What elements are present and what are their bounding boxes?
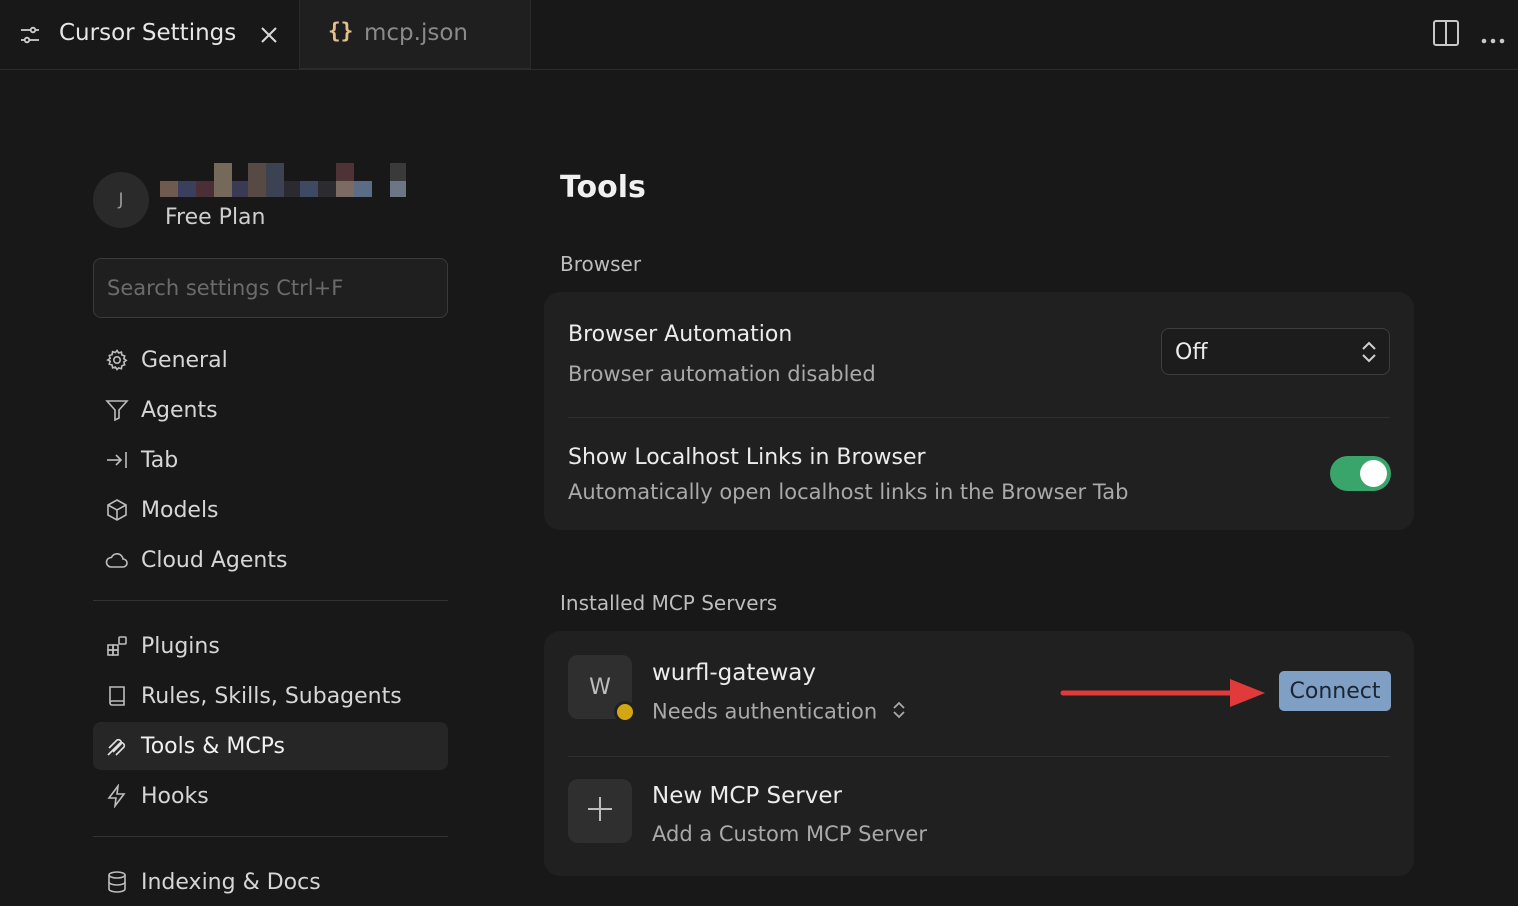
gear-icon (105, 348, 129, 372)
json-braces-icon: {} (328, 19, 354, 43)
browser-automation-title: Browser Automation (568, 322, 793, 347)
localhost-links-toggle[interactable] (1330, 456, 1391, 491)
sidebar-item-hooks[interactable]: Hooks (93, 772, 448, 820)
tab-arrow-icon (105, 448, 129, 472)
database-icon (105, 870, 129, 894)
toggle-knob (1360, 460, 1387, 487)
add-server-button[interactable] (568, 779, 632, 843)
lightning-icon (105, 784, 129, 808)
tab-label: Cursor Settings (59, 20, 237, 46)
page-title: Tools (560, 170, 646, 205)
mcp-servers-card: W wurfl-gateway Needs authentication Con… (544, 631, 1414, 876)
server-status-text: Needs authentication (652, 699, 878, 724)
search-input[interactable] (94, 259, 447, 317)
sidebar-item-tools-mcps[interactable]: Tools & MCPs (93, 722, 448, 770)
sidebar-divider (93, 600, 448, 601)
avatar-initial: J (118, 190, 124, 210)
plugins-icon (105, 634, 129, 658)
close-icon[interactable] (257, 23, 281, 47)
sidebar-item-label: Hooks (141, 783, 209, 809)
browser-automation-subtitle: Browser automation disabled (568, 362, 876, 386)
cloud-icon (105, 548, 129, 572)
sidebar-item-plugins[interactable]: Plugins (93, 622, 448, 670)
sidebar-item-tab[interactable]: Tab (93, 436, 448, 484)
section-installed-mcp: Installed MCP Servers (560, 591, 778, 615)
select-value: Off (1175, 340, 1208, 365)
sidebar-item-label: Rules, Skills, Subagents (141, 683, 402, 709)
sidebar-item-agents[interactable]: Agents (93, 386, 448, 434)
server-name: wurfl-gateway (652, 660, 817, 686)
sidebar-item-label: Indexing & Docs (141, 869, 321, 895)
localhost-links-subtitle: Automatically open localhost links in th… (568, 480, 1129, 504)
sidebar-item-indexing[interactable]: Indexing & Docs (93, 858, 448, 906)
row-divider (568, 756, 1390, 757)
split-editor-icon[interactable] (1432, 18, 1460, 52)
book-icon (105, 684, 129, 708)
search-settings[interactable] (93, 258, 448, 318)
agents-icon (105, 398, 129, 422)
more-actions-icon[interactable] (1480, 30, 1506, 49)
server-status[interactable]: Needs authentication (652, 699, 906, 726)
browser-settings-card: Browser Automation Browser automation di… (544, 292, 1414, 530)
connect-button[interactable]: Connect (1279, 671, 1391, 711)
editor-tab-bar: Cursor Settings {} mcp.json (0, 0, 1518, 70)
sidebar-item-cloud-agents[interactable]: Cloud Agents (93, 536, 448, 584)
chevron-up-down-icon (892, 699, 906, 726)
tab-cursor-settings[interactable]: Cursor Settings (0, 0, 300, 69)
localhost-links-title: Show Localhost Links in Browser (568, 445, 926, 470)
chevron-up-down-icon (1359, 338, 1379, 370)
settings-sliders-icon (18, 23, 42, 47)
new-mcp-server-subtitle: Add a Custom MCP Server (652, 822, 927, 846)
sidebar-item-label: General (141, 347, 228, 373)
new-mcp-server-title: New MCP Server (652, 783, 842, 809)
redacted-account-name (160, 163, 440, 199)
browser-automation-select[interactable]: Off (1161, 328, 1390, 375)
sidebar-item-models[interactable]: Models (93, 486, 448, 534)
section-browser: Browser (560, 252, 642, 276)
cube-icon (105, 498, 129, 522)
avatar[interactable]: J (93, 172, 149, 228)
plan-label: Free Plan (165, 205, 266, 230)
sidebar-item-label: Tab (141, 447, 179, 473)
sidebar-item-rules[interactable]: Rules, Skills, Subagents (93, 672, 448, 720)
sidebar-item-label: Agents (141, 397, 218, 423)
sidebar-item-label: Cloud Agents (141, 547, 288, 573)
sidebar-item-label: Models (141, 497, 219, 523)
sidebar-divider (93, 836, 448, 837)
sidebar-item-general[interactable]: General (93, 336, 448, 384)
annotation-arrow-icon (1060, 676, 1270, 714)
tab-mcp-json[interactable]: {} mcp.json (300, 0, 531, 69)
tools-icon (105, 734, 129, 758)
server-initial: W (589, 674, 611, 700)
plus-icon (585, 794, 615, 828)
sidebar-item-label: Plugins (141, 633, 220, 659)
status-dot (614, 701, 636, 723)
row-divider (568, 417, 1390, 418)
tab-label: mcp.json (364, 20, 468, 46)
sidebar-item-label: Tools & MCPs (141, 733, 286, 759)
